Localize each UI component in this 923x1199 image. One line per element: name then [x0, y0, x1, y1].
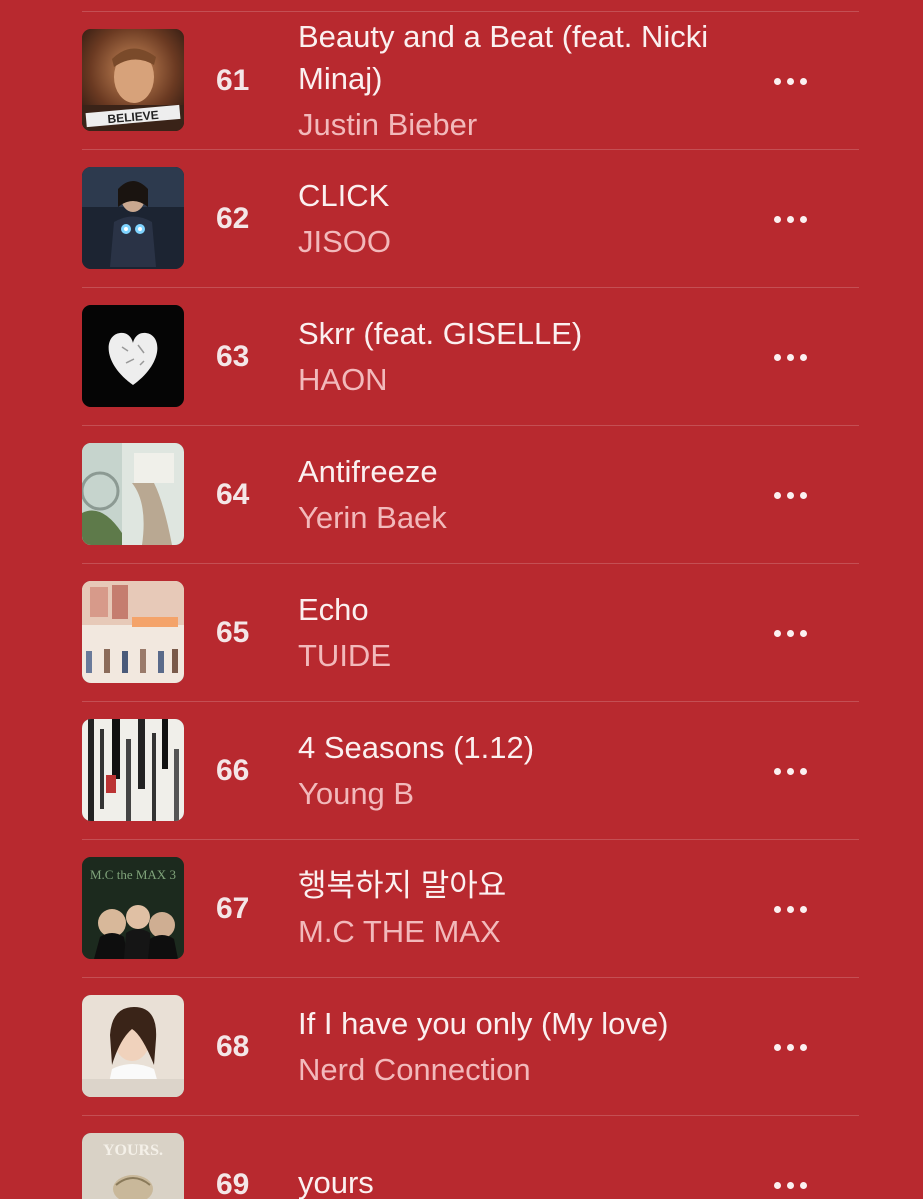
- track-artist[interactable]: M.C THE MAX: [298, 911, 718, 953]
- rank-number: 63: [216, 340, 250, 373]
- track-title[interactable]: Antifreeze: [298, 451, 718, 493]
- rank-number: 65: [216, 616, 250, 649]
- more-options-button[interactable]: [760, 978, 820, 1116]
- track-row[interactable]: 63 Skrr (feat. GISELLE) HAON: [0, 288, 923, 426]
- svg-text:YOURS.: YOURS.: [103, 1142, 163, 1159]
- album-art-4seasons[interactable]: [82, 719, 184, 821]
- album-art-portrait[interactable]: [82, 995, 184, 1097]
- chart-page: BELIEVE 61 Beauty and a Beat (feat. Nick…: [0, 0, 923, 1199]
- ellipsis-dot: [799, 1181, 807, 1189]
- track-artist[interactable]: JISOO: [298, 221, 718, 263]
- ellipsis-dot: [799, 1043, 807, 1051]
- track-info: Antifreeze Yerin Baek: [298, 426, 718, 564]
- track-title[interactable]: Echo: [298, 589, 718, 631]
- album-art-jisoo[interactable]: [82, 167, 184, 269]
- track-info: 4 Seasons (1.12) Young B: [298, 702, 718, 840]
- ellipsis-dot: [799, 215, 807, 223]
- ellipsis-icon: [773, 215, 781, 223]
- ellipsis-dot: [799, 629, 807, 637]
- album-art-believe[interactable]: BELIEVE: [82, 29, 184, 131]
- more-options-button[interactable]: [760, 426, 820, 564]
- album-art-echo[interactable]: [82, 581, 184, 683]
- album-art-antifreeze[interactable]: [82, 443, 184, 545]
- track-row[interactable]: 62 CLICK JISOO: [0, 150, 923, 288]
- track-artist[interactable]: TUIDE: [298, 635, 718, 677]
- ellipsis-icon: [773, 1043, 781, 1051]
- ellipsis-dot: [799, 353, 807, 361]
- track-info: Echo TUIDE: [298, 564, 718, 702]
- track-info: If I have you only (My love) Nerd Connec…: [298, 978, 718, 1116]
- track-row[interactable]: M.C the MAX 3 67 행복하지 말아요 M.C THE MAX: [0, 840, 923, 978]
- more-options-button[interactable]: [760, 150, 820, 288]
- track-title[interactable]: 행복하지 말아요: [298, 865, 718, 907]
- track-title[interactable]: 4 Seasons (1.12): [298, 727, 718, 769]
- track-info: Beauty and a Beat (feat. Nicki Minaj) Ju…: [298, 12, 718, 150]
- track-row[interactable]: BELIEVE 61 Beauty and a Beat (feat. Nick…: [0, 12, 923, 150]
- track-title[interactable]: CLICK: [298, 175, 718, 217]
- ellipsis-dot: [786, 77, 794, 85]
- ellipsis-icon: [773, 767, 781, 775]
- rank-number: 62: [216, 202, 250, 235]
- track-row[interactable]: 66 4 Seasons (1.12) Young B: [0, 702, 923, 840]
- track-artist[interactable]: HAON: [298, 359, 718, 401]
- ellipsis-icon: [773, 905, 781, 913]
- more-options-button[interactable]: [760, 840, 820, 978]
- track-row[interactable]: YOURS. 69 yours: [0, 1116, 923, 1199]
- more-options-button[interactable]: [760, 702, 820, 840]
- track-artist[interactable]: Young B: [298, 773, 718, 815]
- album-art-heart[interactable]: [82, 305, 184, 407]
- ellipsis-dot: [786, 629, 794, 637]
- album-art-yours[interactable]: YOURS.: [82, 1133, 184, 1199]
- more-options-button[interactable]: [760, 564, 820, 702]
- more-options-button[interactable]: [760, 1116, 820, 1199]
- rank-number: 61: [216, 64, 250, 97]
- track-info: Skrr (feat. GISELLE) HAON: [298, 288, 718, 426]
- rank-number: 66: [216, 754, 250, 787]
- track-info: yours: [298, 1116, 718, 1199]
- ellipsis-dot: [799, 767, 807, 775]
- ellipsis-icon: [773, 77, 781, 85]
- rank-number: 64: [216, 478, 250, 511]
- rank-number: 68: [216, 1030, 250, 1063]
- ellipsis-icon: [773, 1181, 781, 1189]
- svg-text:M.C the MAX 3: M.C the MAX 3: [90, 867, 176, 882]
- ellipsis-icon: [773, 629, 781, 637]
- rank-number: 69: [216, 1168, 250, 1199]
- ellipsis-dot: [786, 215, 794, 223]
- track-title[interactable]: Skrr (feat. GISELLE): [298, 313, 718, 355]
- ellipsis-dot: [799, 905, 807, 913]
- track-artist[interactable]: Justin Bieber: [298, 104, 718, 146]
- ellipsis-dot: [786, 905, 794, 913]
- ellipsis-icon: [773, 353, 781, 361]
- track-title[interactable]: yours: [298, 1162, 718, 1199]
- track-info: CLICK JISOO: [298, 150, 718, 288]
- track-row[interactable]: 68 If I have you only (My love) Nerd Con…: [0, 978, 923, 1116]
- track-artist[interactable]: Nerd Connection: [298, 1049, 718, 1091]
- track-row[interactable]: 65 Echo TUIDE: [0, 564, 923, 702]
- track-info: 행복하지 말아요 M.C THE MAX: [298, 840, 718, 978]
- ellipsis-dot: [786, 1043, 794, 1051]
- track-artist[interactable]: Yerin Baek: [298, 497, 718, 539]
- track-row[interactable]: 64 Antifreeze Yerin Baek: [0, 426, 923, 564]
- track-title[interactable]: If I have you only (My love): [298, 1003, 718, 1045]
- ellipsis-dot: [786, 491, 794, 499]
- ellipsis-icon: [773, 491, 781, 499]
- more-options-button[interactable]: [760, 288, 820, 426]
- ellipsis-dot: [799, 491, 807, 499]
- rank-number: 67: [216, 892, 250, 925]
- album-art-mcthemax[interactable]: M.C the MAX 3: [82, 857, 184, 959]
- ellipsis-dot: [786, 353, 794, 361]
- ellipsis-dot: [786, 767, 794, 775]
- track-title[interactable]: Beauty and a Beat (feat. Nicki Minaj): [298, 16, 718, 100]
- ellipsis-dot: [786, 1181, 794, 1189]
- more-options-button[interactable]: [760, 12, 820, 150]
- ellipsis-dot: [799, 77, 807, 85]
